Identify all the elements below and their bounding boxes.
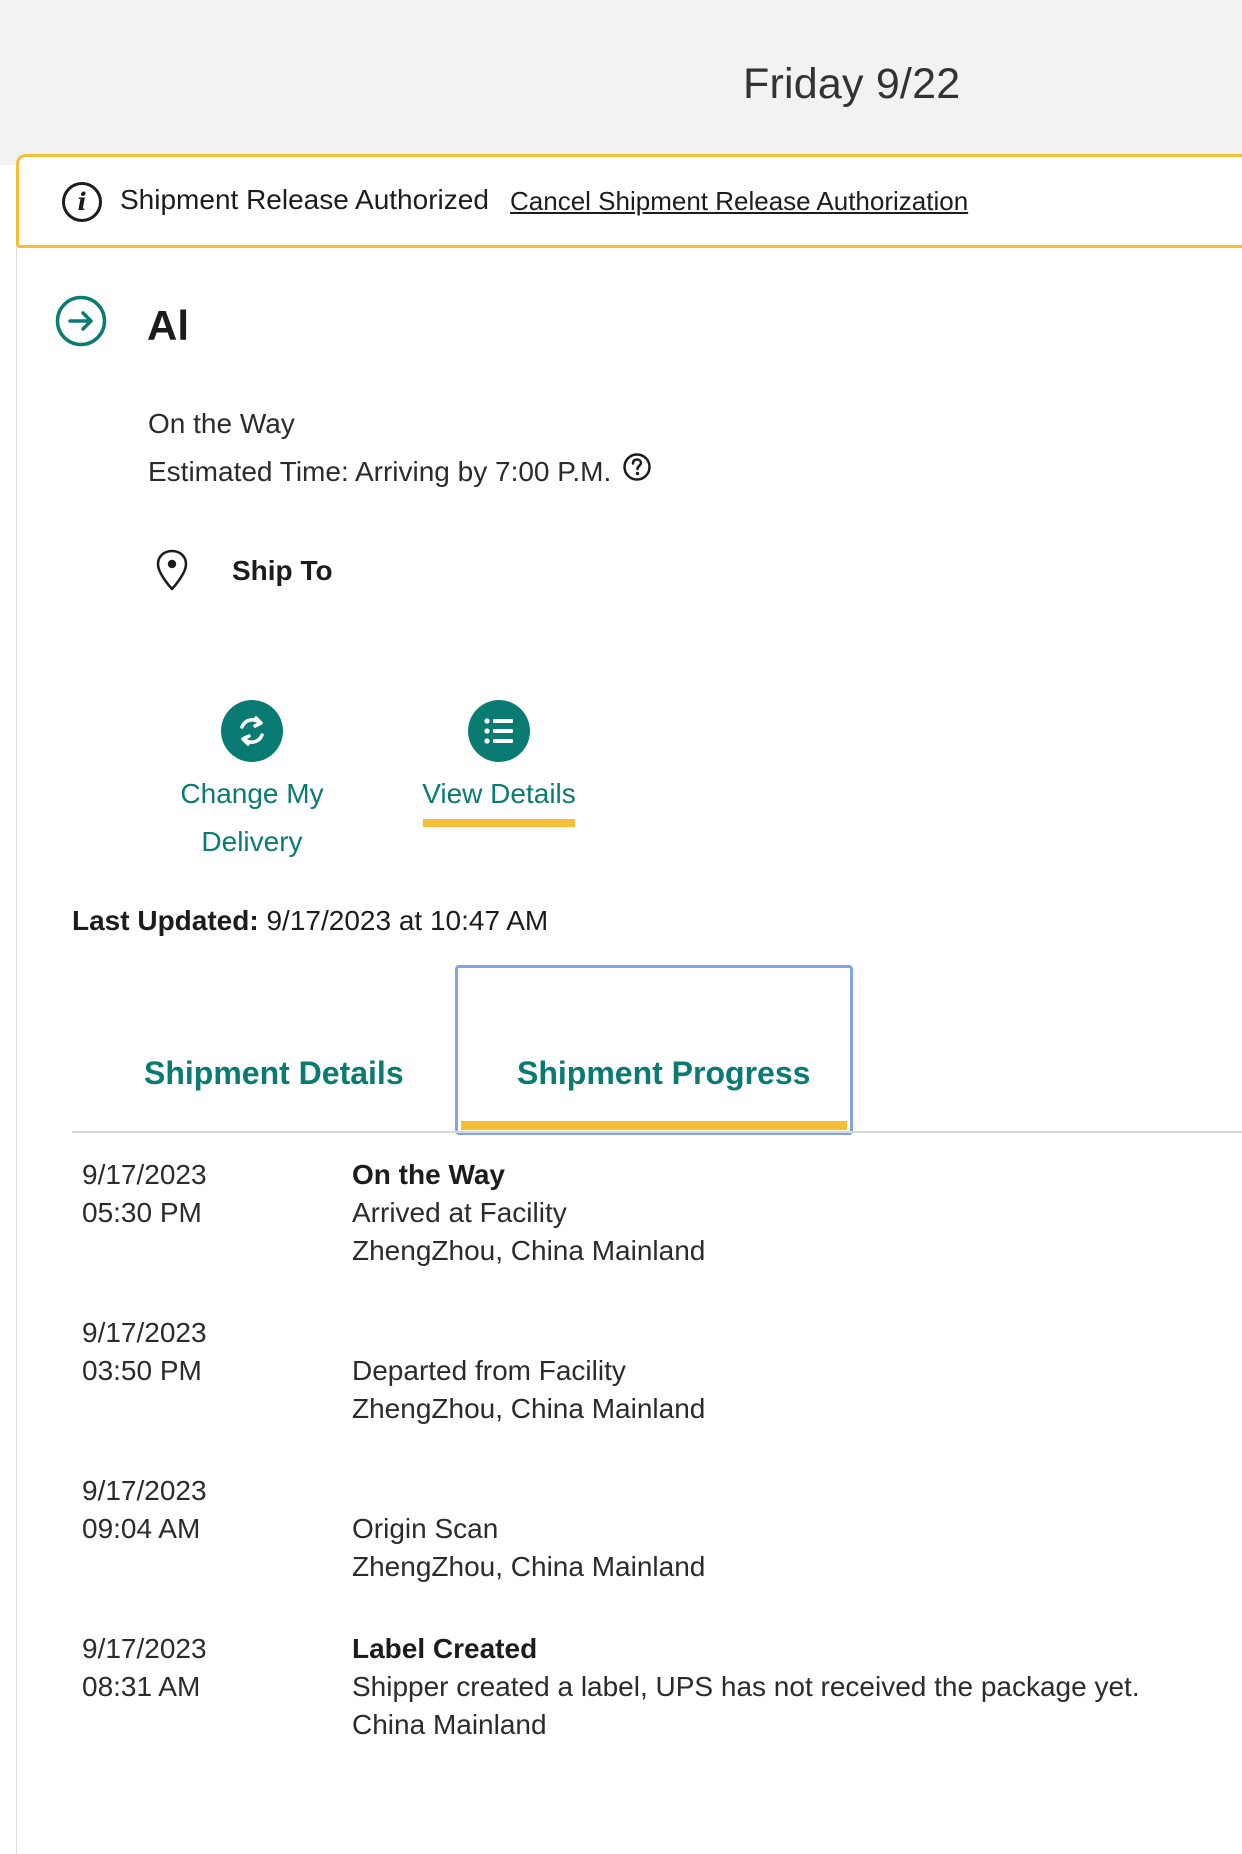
header-band	[0, 0, 1242, 165]
release-alert-banner: i Shipment Release Authorized Cancel Shi…	[16, 154, 1242, 248]
event-location: ZhengZhou, China Mainland	[352, 1235, 706, 1266]
event-time: 08:31 AM	[82, 1671, 201, 1702]
tab-active-indicator	[461, 1121, 847, 1130]
shipment-status: On the Way	[148, 408, 295, 439]
last-updated: Last Updated: 9/17/2023 at 10:47 AM	[72, 905, 548, 937]
last-updated-value: 9/17/2023 at 10:47 AM	[266, 905, 549, 936]
arrow-right-circle-icon	[55, 295, 107, 347]
event-time: 05:30 PM	[82, 1197, 202, 1228]
tab-shipment-progress[interactable]: Shipment Progress	[517, 1055, 810, 1092]
event-location: ZhengZhou, China Mainland	[352, 1393, 706, 1424]
event-description: Shipper created a label, UPS has not rec…	[352, 1671, 1140, 1702]
event-time: 09:04 AM	[82, 1513, 201, 1544]
change-delivery-label-line1: Change My	[180, 778, 324, 809]
event-time: 03:50 PM	[82, 1355, 202, 1386]
tabs-divider	[72, 1131, 1242, 1133]
info-icon: i	[62, 182, 102, 222]
change-delivery-label-line2: Delivery	[201, 826, 303, 857]
last-updated-label: Last Updated:	[72, 905, 259, 936]
event-description: Arrived at Facility	[352, 1197, 567, 1228]
cancel-release-authorization-link[interactable]: Cancel Shipment Release Authorization	[510, 186, 968, 217]
event-location: ZhengZhou, China Mainland	[352, 1551, 706, 1582]
event-location: China Mainland	[352, 1709, 547, 1740]
recipient-name: Al	[147, 302, 189, 349]
estimated-time: Estimated Time: Arriving by 7:00 P.M.	[148, 456, 612, 487]
event-description: Origin Scan	[352, 1513, 499, 1544]
location-pin-icon	[156, 549, 188, 591]
event-date: 9/17/2023	[82, 1317, 207, 1348]
sync-arrows-icon	[221, 700, 283, 762]
event-description: Departed from Facility	[352, 1355, 626, 1386]
event-status: Label Created	[352, 1633, 538, 1664]
delivery-date-heading: Friday 9/22	[743, 60, 961, 108]
help-icon[interactable]	[622, 452, 652, 482]
event-date: 9/17/2023	[82, 1475, 207, 1506]
event-date: 9/17/2023	[82, 1633, 207, 1664]
ship-to-label: Ship To	[232, 555, 333, 586]
event-status: On the Way	[352, 1159, 505, 1190]
tab-shipment-progress-focus-ring	[455, 965, 853, 1135]
tab-shipment-details[interactable]: Shipment Details	[144, 1055, 404, 1092]
view-details-active-indicator	[423, 819, 575, 827]
list-icon	[468, 700, 530, 762]
view-details-label: View Details	[422, 778, 576, 809]
event-date: 9/17/2023	[82, 1159, 207, 1190]
alert-message: Shipment Release Authorized	[120, 184, 489, 215]
